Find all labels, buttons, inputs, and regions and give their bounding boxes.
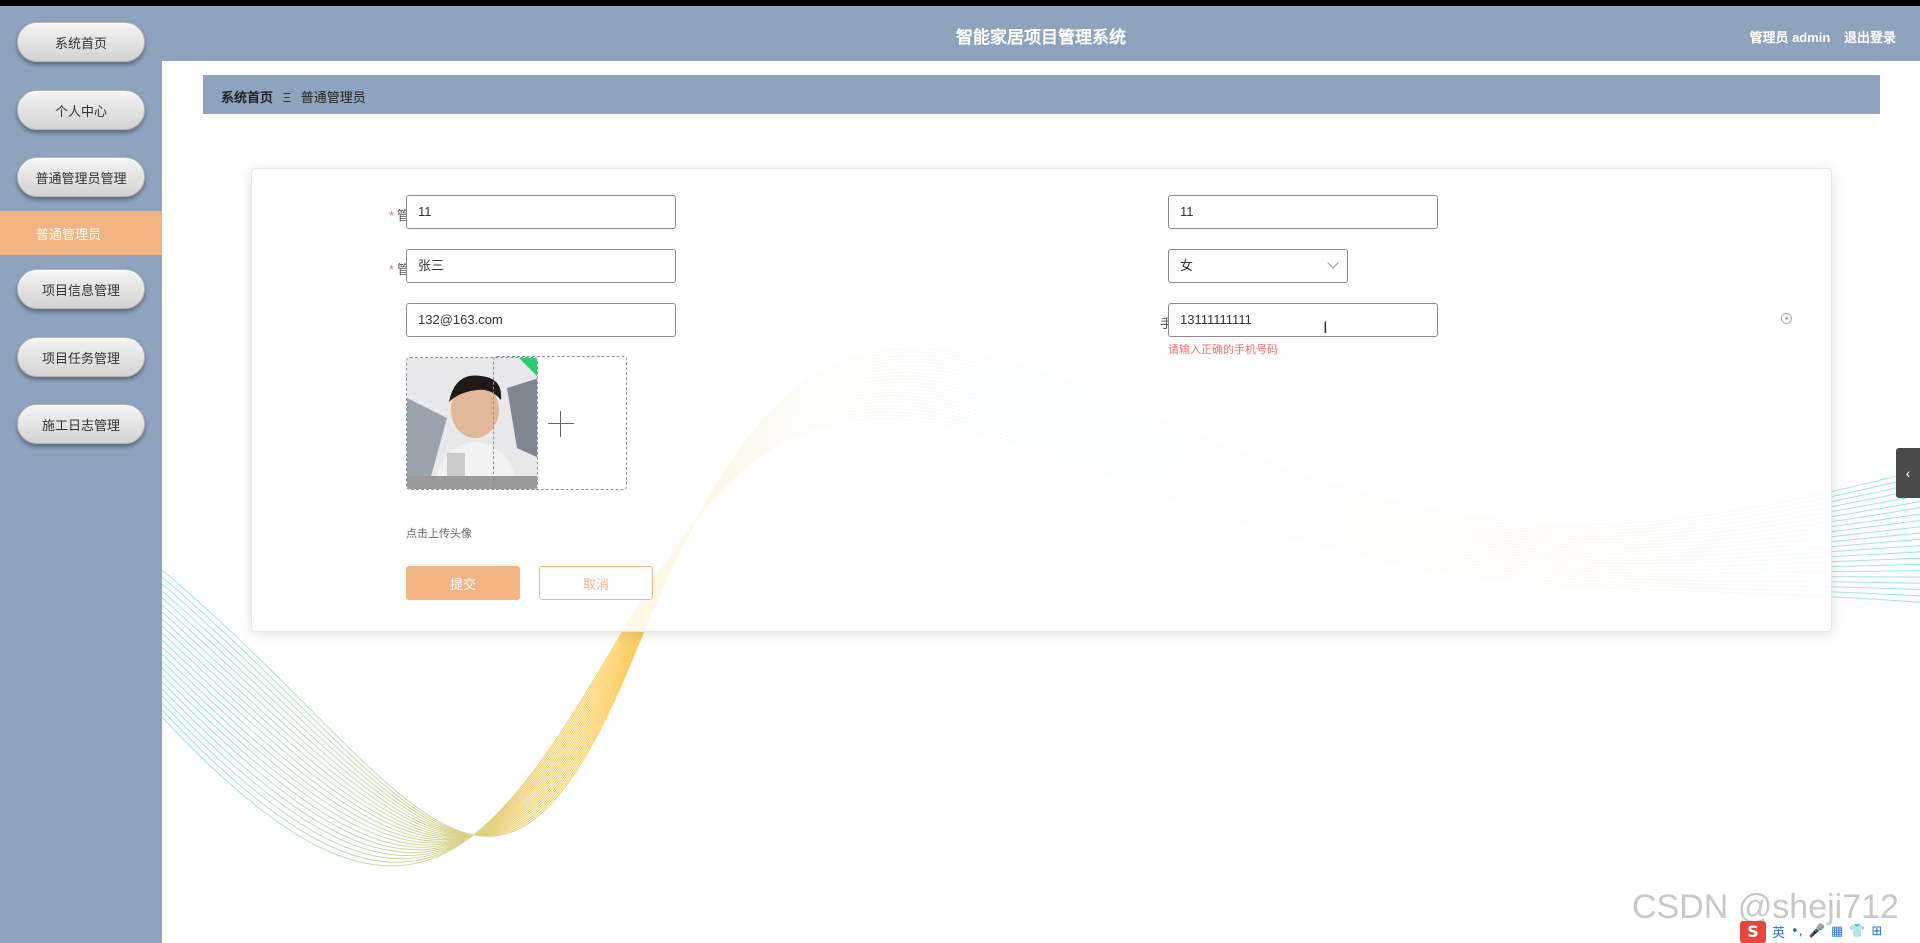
sidebar-item-construction-log[interactable]: 施工日志管理 [17,404,145,444]
cancel-button[interactable]: 取消 [539,566,653,600]
breadcrumb: 系统首页 Ξ 普通管理员 [221,87,366,106]
breadcrumb-bar: 系统首页 Ξ 普通管理员 [203,75,1880,114]
ime-language-toggle[interactable]: 英 [1772,922,1785,941]
admin-form-card: *管理账号 11 *密码 11 *管理姓名 张三 性别 女 邮箱 132@163… [251,168,1832,632]
header: 智能家居项目管理系统 管理员 admin 退出登录 [162,6,1920,61]
phone-input[interactable]: 13111111111 [1168,303,1438,337]
app-title: 智能家居项目管理系统 [956,28,1126,47]
sidebar-item-project-info[interactable]: 项目信息管理 [17,269,145,309]
sidebar-item-project-task[interactable]: 项目任务管理 [17,337,145,377]
required-mark: * [388,262,394,277]
account-input[interactable]: 11 [406,195,676,229]
sidebar: 系统首页 个人中心 普通管理员管理 普通管理员 项目信息管理 项目任务管理 施工… [0,6,162,943]
required-mark: * [388,208,394,223]
phone-error-message: 请输入正确的手机号码 [1168,344,1278,356]
password-input[interactable]: 11 [1168,195,1438,229]
plus-icon [548,423,574,424]
sidebar-item-home[interactable]: 系统首页 [17,22,145,62]
header-user-area: 管理员 admin 退出登录 [1739,27,1896,46]
gender-select[interactable]: 女 [1168,249,1348,283]
breadcrumb-home[interactable]: 系统首页 [221,90,273,105]
collapse-panel-button[interactable]: ‹ [1896,448,1920,498]
chevron-left-icon: ‹ [1905,465,1911,481]
chevron-down-icon [1327,257,1339,269]
ime-toolbar: S 英 •, 🎤 ▦ 👕 ⊞ [1740,920,1882,943]
plus-icon-vertical [560,411,561,437]
sidebar-item-admin-management[interactable]: 普通管理员管理 [17,157,145,197]
logout-link[interactable]: 退出登录 [1844,30,1896,45]
ime-punctuation-icon[interactable]: •, [1791,924,1803,939]
ime-skin-icon[interactable]: 👕 [1849,924,1865,939]
email-input[interactable]: 132@163.com [406,303,676,337]
ime-keyboard-icon[interactable]: ▦ [1831,924,1843,939]
ime-menu-icon[interactable]: ⊞ [1872,924,1883,939]
name-input[interactable]: 张三 [406,249,676,283]
user-label: 管理员 admin [1749,30,1831,45]
text-cursor-icon: I [1323,318,1328,337]
ime-mic-icon[interactable]: 🎤 [1809,924,1825,939]
avatar-upload-button[interactable] [493,356,627,490]
breadcrumb-current: 普通管理员 [300,90,366,105]
sogou-ime-icon[interactable]: S [1740,920,1766,943]
gender-value: 女 [1180,258,1194,273]
breadcrumb-separator-icon: Ξ [282,90,292,105]
sidebar-item-admin-active[interactable]: 普通管理员 [0,211,162,255]
sidebar-item-profile[interactable]: 个人中心 [17,90,145,130]
clear-icon[interactable] [1781,313,1792,324]
submit-button[interactable]: 提交 [406,566,520,600]
avatar-upload-hint: 点击上传头像 [406,528,472,540]
